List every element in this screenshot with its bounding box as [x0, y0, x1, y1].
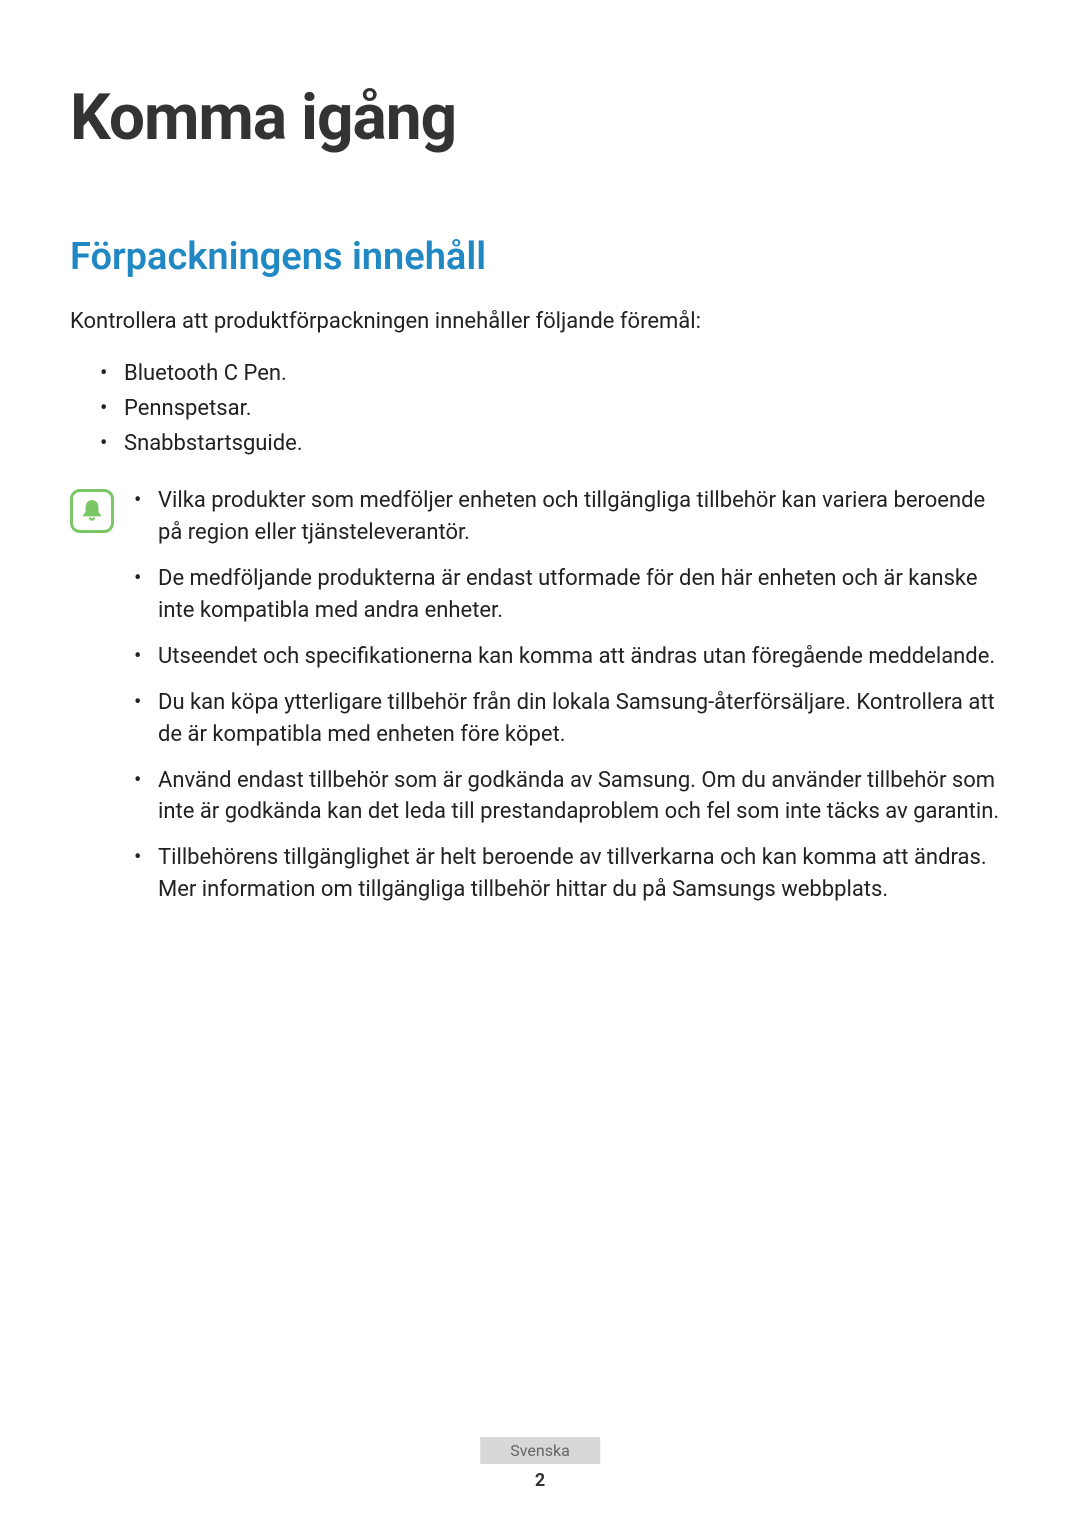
- list-item: Pennspetsar.: [100, 391, 1010, 426]
- footer-language: Svenska: [480, 1437, 600, 1464]
- list-item: Vilka produkter som medföljer enheten oc…: [134, 485, 1010, 549]
- list-item: Bluetooth C Pen.: [100, 356, 1010, 391]
- page-footer: Svenska 2: [480, 1437, 600, 1491]
- list-item: Använd endast tillbehör som är godkända …: [134, 765, 1010, 829]
- list-item: Snabbstartsguide.: [100, 426, 1010, 461]
- section-heading: Förpackningens innehåll: [70, 235, 1010, 279]
- list-item: Tillbehörens tillgänglighet är helt bero…: [134, 842, 1010, 906]
- bell-icon: [70, 489, 114, 533]
- page-title: Komma igång: [70, 80, 1010, 155]
- note-block: Vilka produkter som medföljer enheten oc…: [70, 485, 1010, 920]
- list-item: Du kan köpa ytterligare tillbehör från d…: [134, 687, 1010, 751]
- list-item: De medföljande produkterna är endast utf…: [134, 563, 1010, 627]
- intro-text: Kontrollera att produktförpackningen inn…: [70, 307, 1010, 338]
- list-item: Utseendet och specifikationerna kan komm…: [134, 641, 1010, 673]
- notes-list: Vilka produkter som medföljer enheten oc…: [134, 485, 1010, 920]
- package-contents-list: Bluetooth C Pen. Pennspetsar. Snabbstart…: [70, 356, 1010, 462]
- footer-page-number: 2: [480, 1470, 600, 1491]
